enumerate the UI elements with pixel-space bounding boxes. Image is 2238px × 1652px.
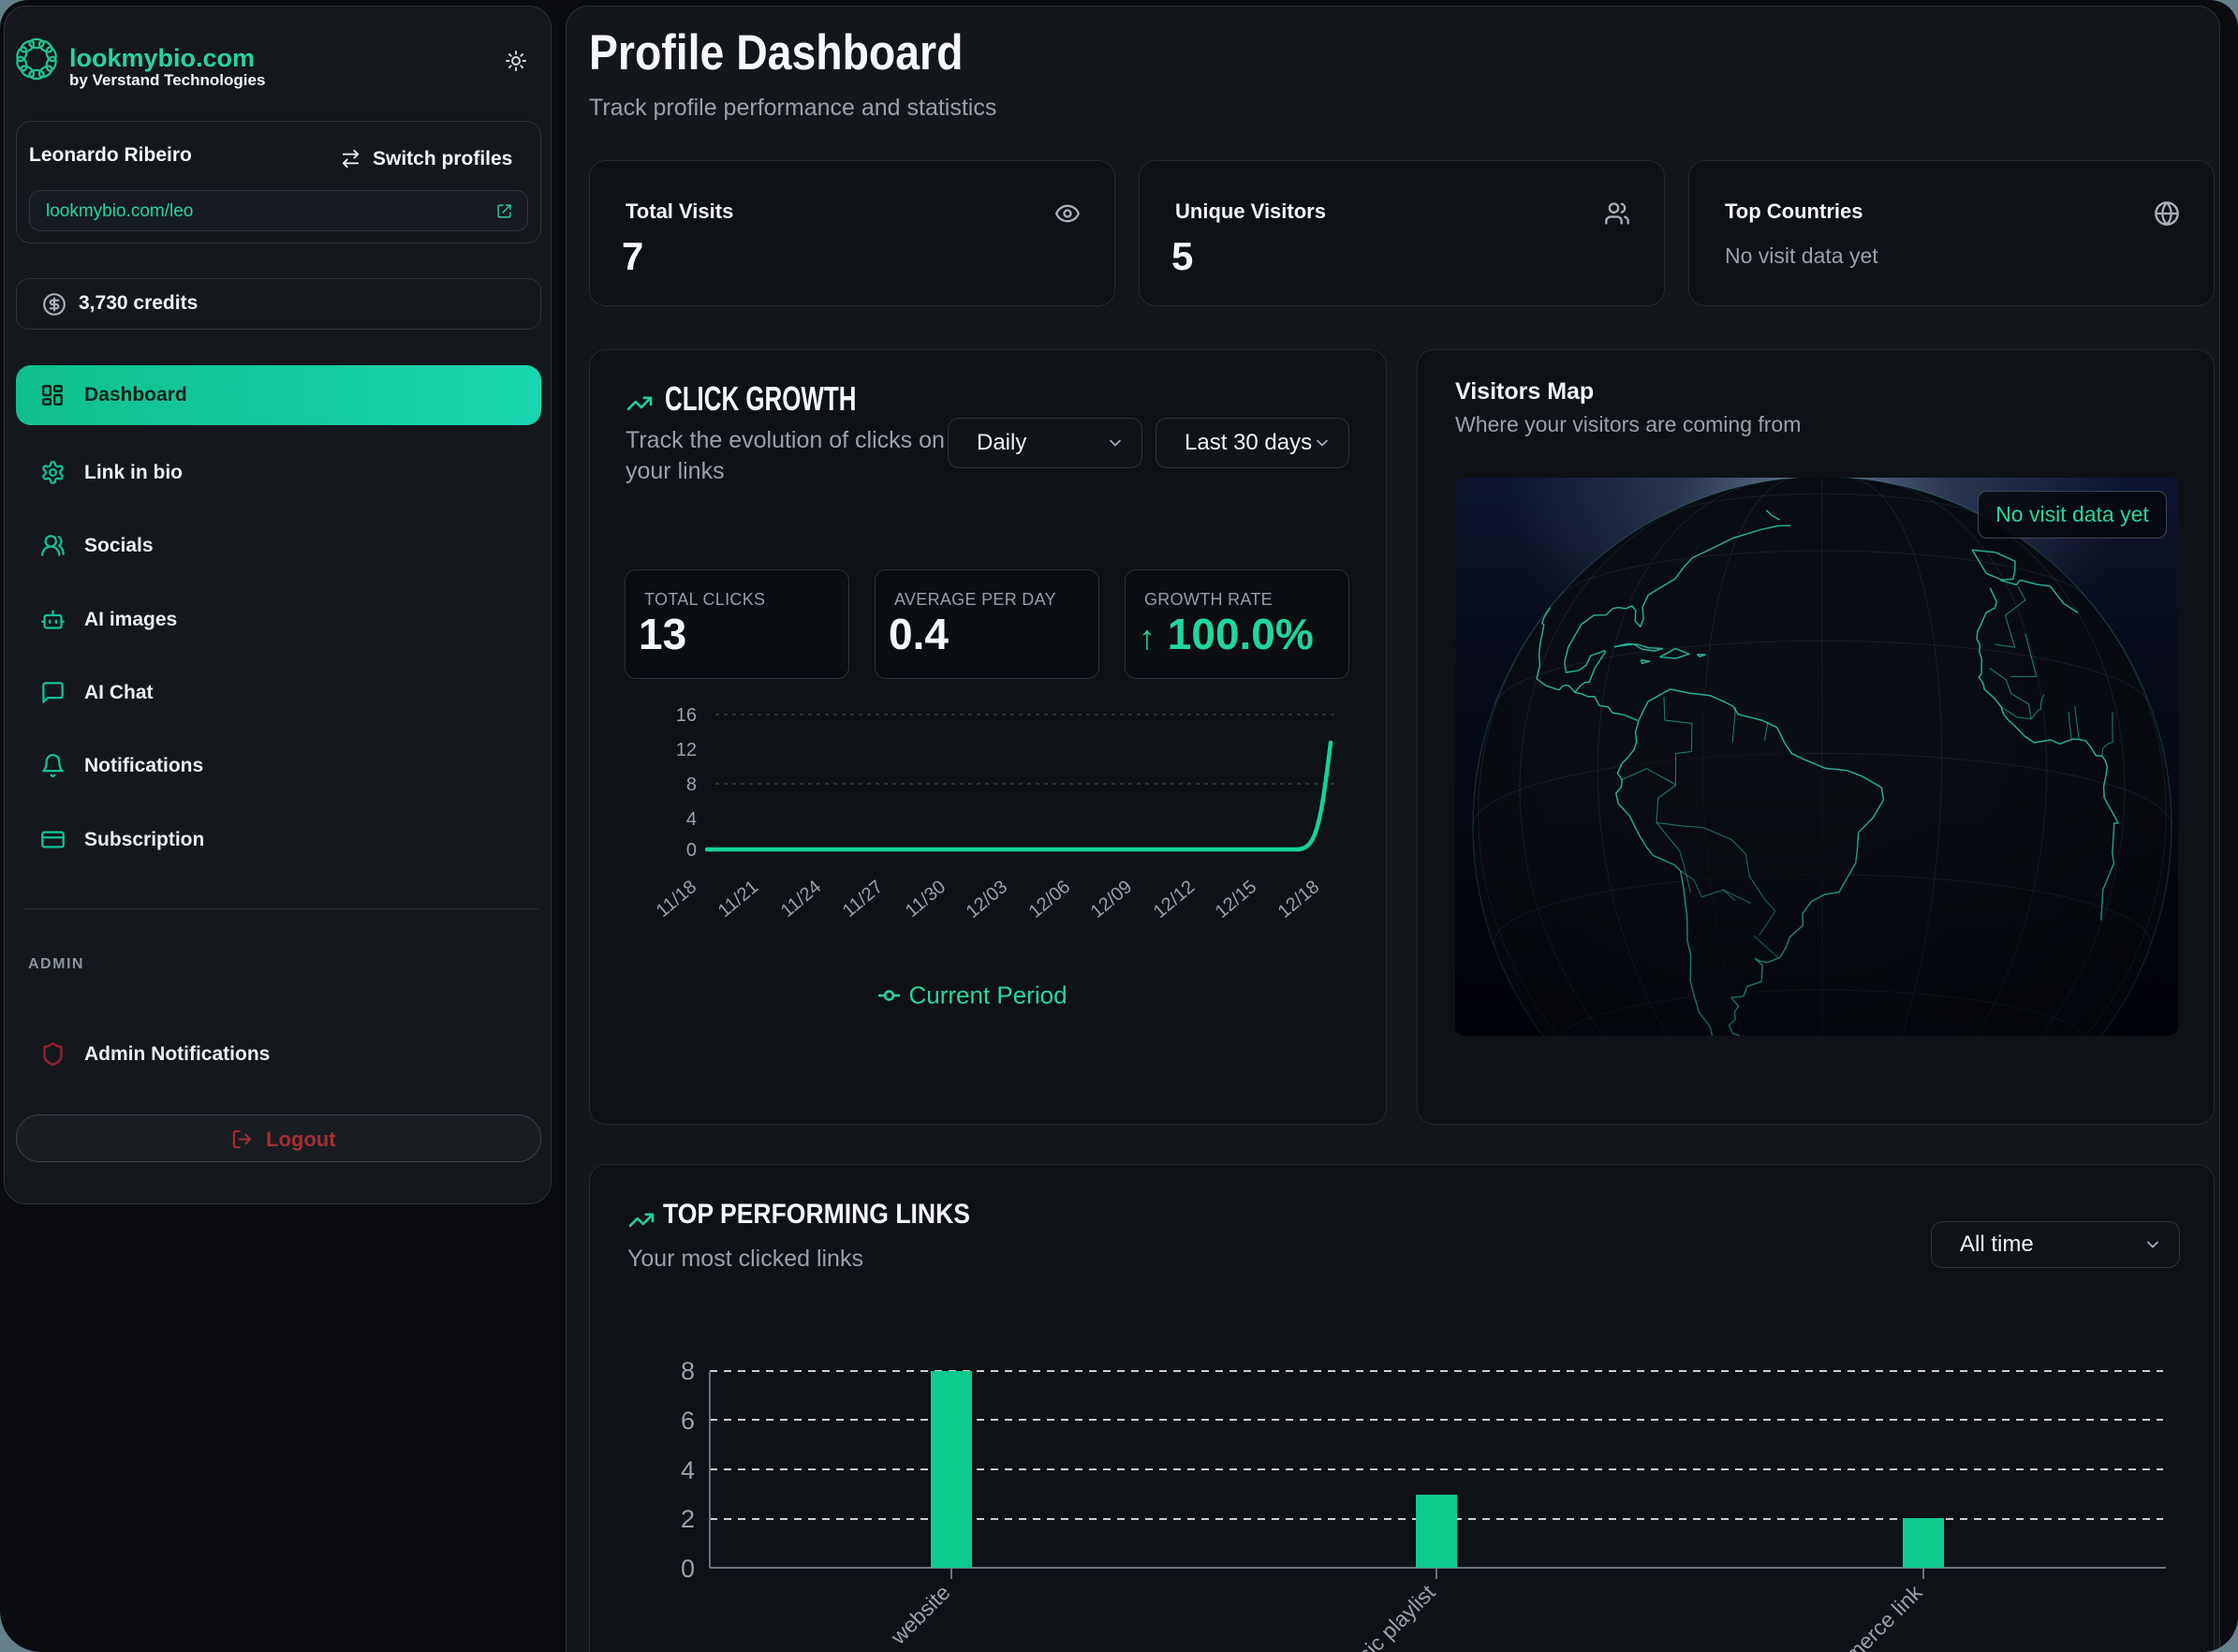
svg-text:0: 0 — [681, 1555, 695, 1583]
svg-text:12/06: 12/06 — [1025, 877, 1074, 922]
svg-text:11/27: 11/27 — [839, 877, 887, 922]
svg-text:12/12: 12/12 — [1150, 877, 1199, 922]
svg-text:12/03: 12/03 — [963, 877, 1011, 922]
svg-text:8: 8 — [686, 774, 697, 795]
svg-text:2: 2 — [681, 1505, 695, 1533]
svg-text:0: 0 — [686, 840, 697, 861]
svg-text:12/09: 12/09 — [1087, 877, 1136, 922]
svg-text:11/30: 11/30 — [902, 877, 950, 922]
svg-text:16: 16 — [676, 705, 697, 726]
svg-text:4: 4 — [681, 1456, 695, 1484]
svg-text:11/24: 11/24 — [777, 877, 825, 922]
svg-text:commerce link: commerce link — [1811, 1580, 1927, 1652]
svg-text:4: 4 — [686, 809, 697, 830]
svg-text:music playlist: music playlist — [1332, 1580, 1440, 1652]
svg-text:6: 6 — [681, 1407, 695, 1435]
svg-text:12/15: 12/15 — [1212, 877, 1260, 922]
svg-text:11/18: 11/18 — [653, 877, 700, 922]
svg-text:12: 12 — [676, 740, 697, 760]
svg-text:website: website — [885, 1580, 954, 1649]
svg-text:8: 8 — [681, 1357, 695, 1385]
svg-text:12/18: 12/18 — [1274, 877, 1323, 922]
svg-text:11/21: 11/21 — [714, 877, 762, 922]
